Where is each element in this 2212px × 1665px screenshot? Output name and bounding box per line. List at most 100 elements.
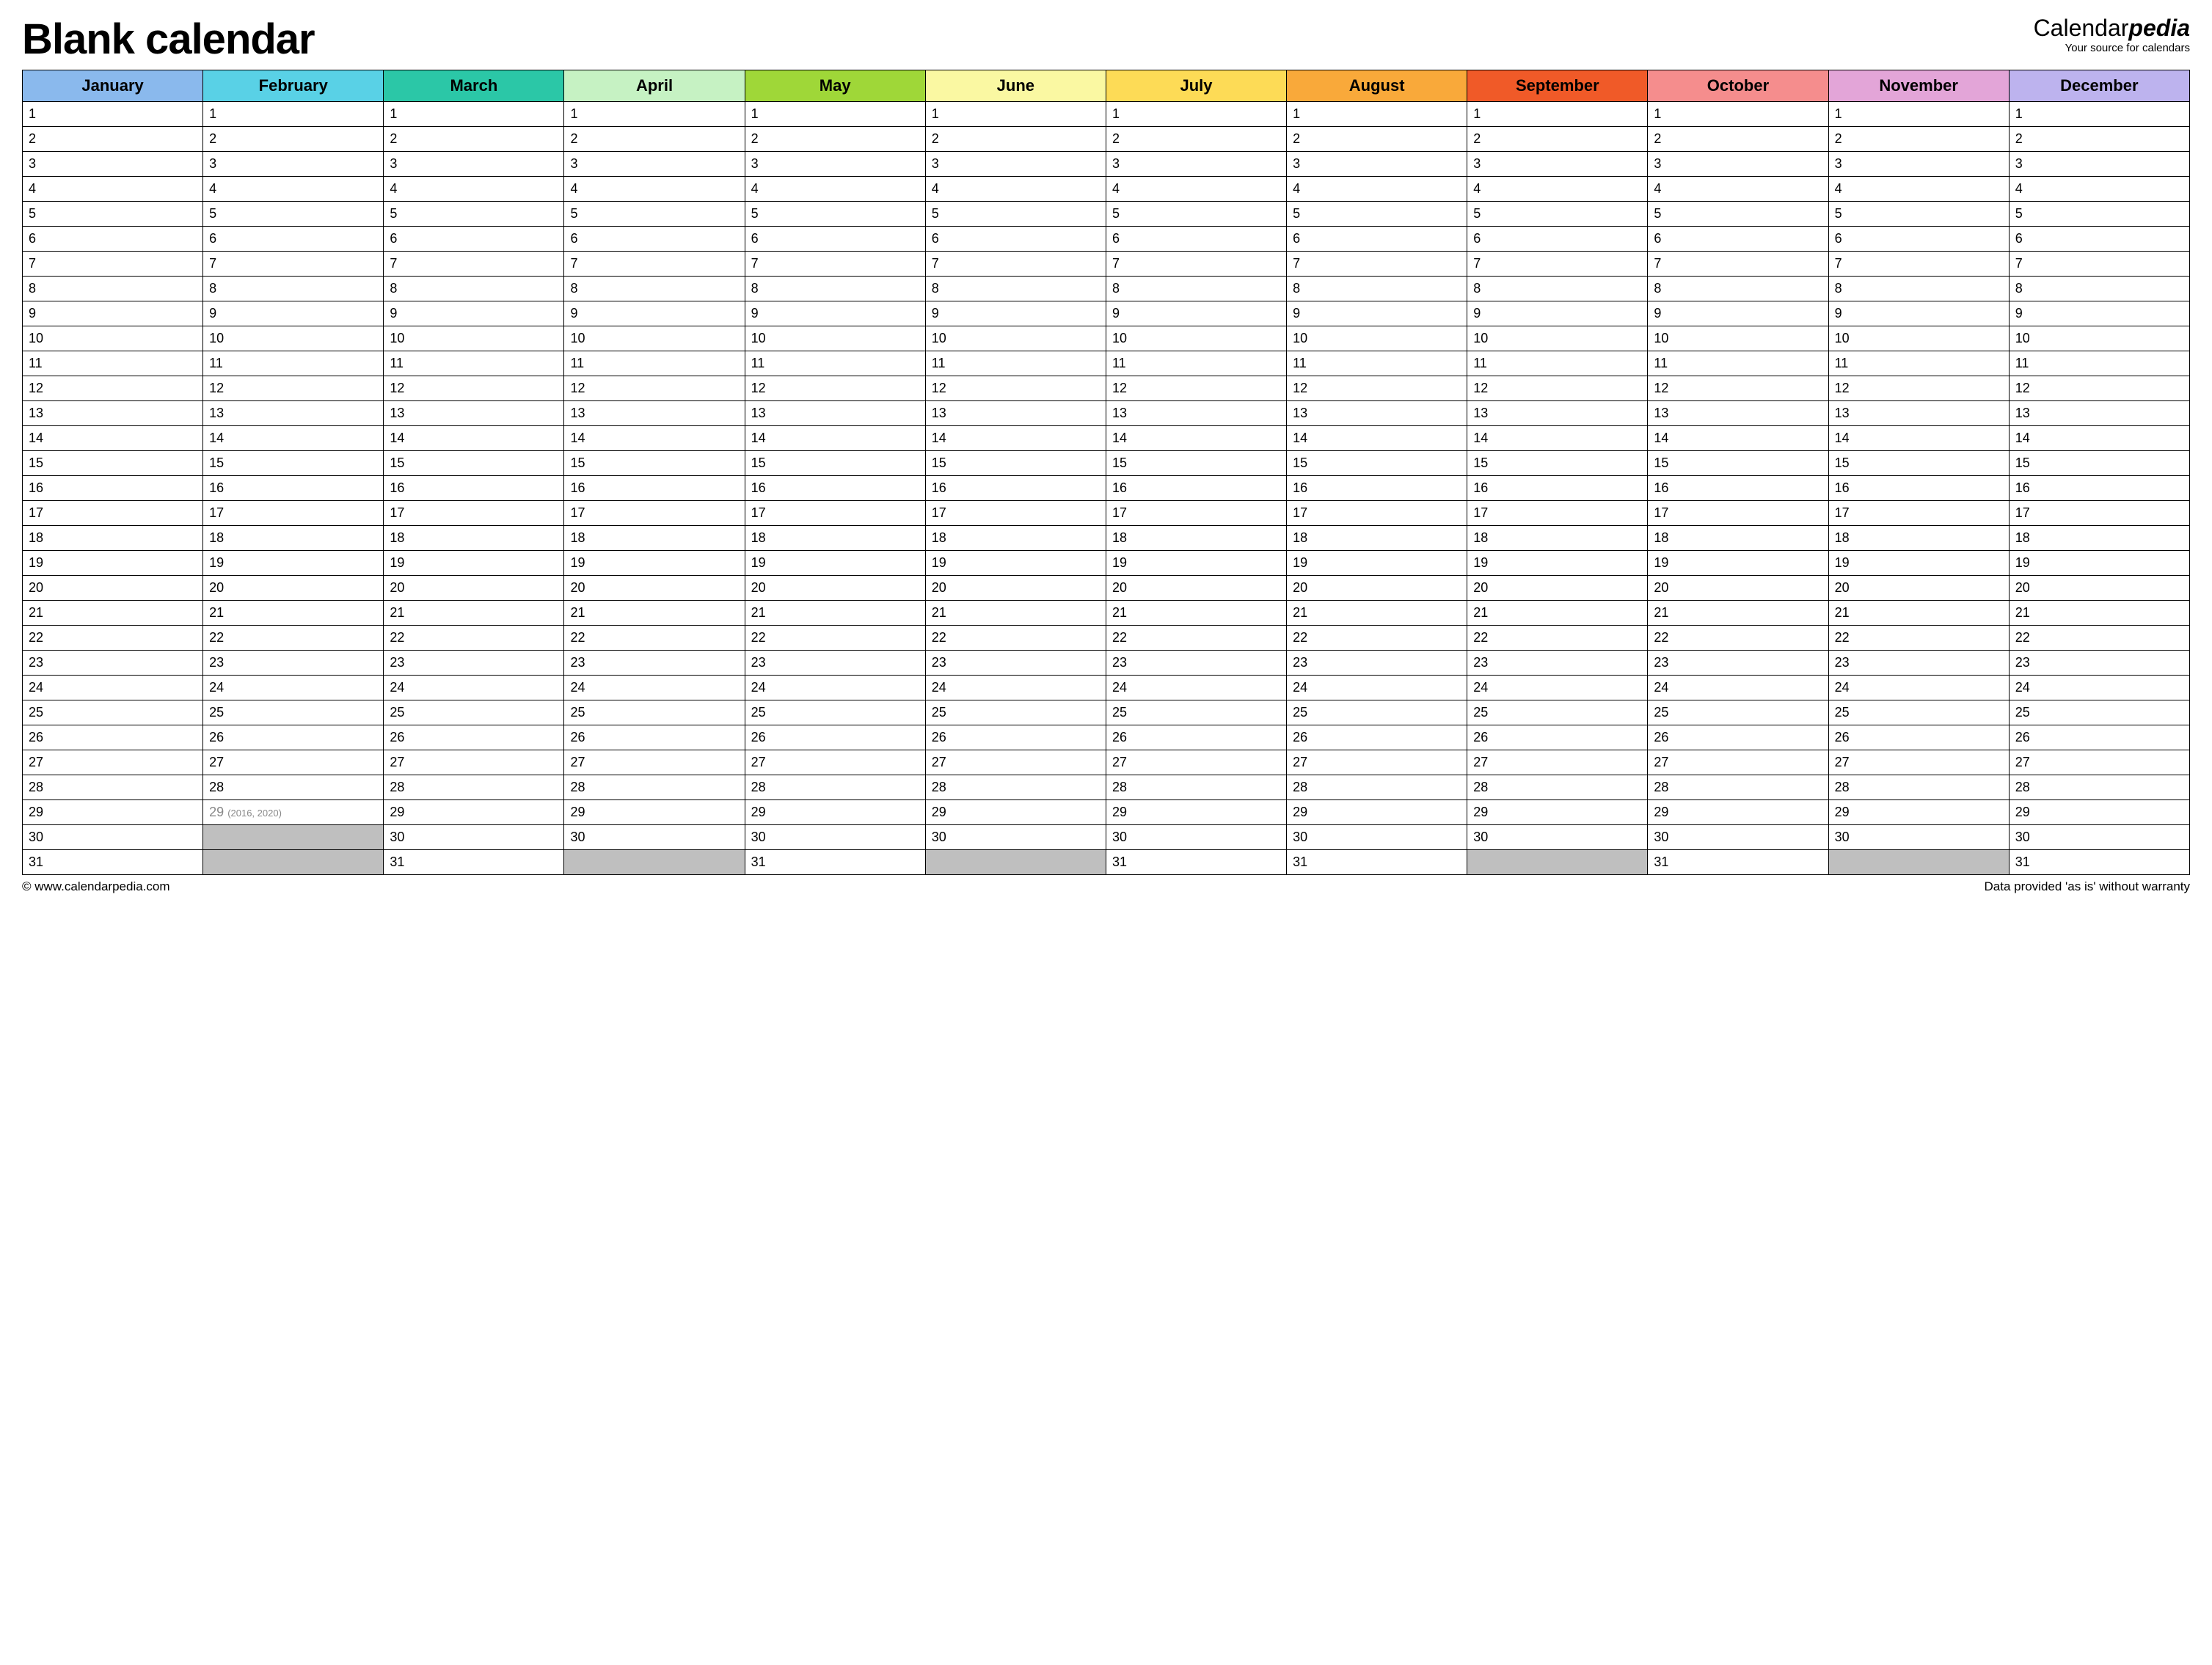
calendar-cell: 4 (23, 177, 203, 202)
calendar-cell: 11 (384, 351, 564, 376)
calendar-cell: 17 (203, 501, 384, 526)
calendar-cell: 31 (1287, 850, 1467, 875)
calendar-cell: 17 (23, 501, 203, 526)
calendar-cell: 23 (925, 651, 1106, 676)
calendar-cell: 6 (745, 227, 925, 252)
calendar-row: 212121212121212121212121 (23, 601, 2190, 626)
calendar-cell: 6 (2009, 227, 2189, 252)
calendar-cell: 16 (925, 476, 1106, 501)
calendar-cell: 30 (1106, 825, 1286, 850)
calendar-cell: 11 (203, 351, 384, 376)
calendar-cell: 18 (1648, 526, 1828, 551)
calendar-cell: 14 (23, 426, 203, 451)
month-header: October (1648, 70, 1828, 102)
calendar-cell: 9 (23, 301, 203, 326)
calendar-cell: 7 (2009, 252, 2189, 277)
calendar-cell: 17 (384, 501, 564, 526)
calendar-cell: 2 (925, 127, 1106, 152)
calendar-row: 31 31 31 3131 31 31 (23, 850, 2190, 875)
calendar-cell: 21 (1648, 601, 1828, 626)
calendar-cell: 13 (1467, 401, 1648, 426)
calendar-cell: 19 (1467, 551, 1648, 576)
month-header: August (1287, 70, 1467, 102)
calendar-cell: 20 (1287, 576, 1467, 601)
calendar-cell: 28 (203, 775, 384, 800)
calendar-cell: 19 (925, 551, 1106, 576)
brand-suffix: pedia (2128, 15, 2190, 41)
calendar-cell: 16 (1467, 476, 1648, 501)
calendar-cell: 1 (564, 102, 745, 127)
calendar-cell: 14 (1467, 426, 1648, 451)
calendar-cell: 20 (1467, 576, 1648, 601)
calendar-cell: 16 (1106, 476, 1286, 501)
calendar-cell: 17 (925, 501, 1106, 526)
calendar-cell (203, 825, 384, 850)
calendar-cell: 19 (384, 551, 564, 576)
calendar-cell: 2 (1648, 127, 1828, 152)
month-header: February (203, 70, 384, 102)
calendar-cell: 28 (1467, 775, 1648, 800)
calendar-cell: 6 (1828, 227, 2009, 252)
calendar-cell: 6 (1106, 227, 1286, 252)
calendar-cell: 6 (23, 227, 203, 252)
calendar-cell: 9 (564, 301, 745, 326)
calendar-cell: 28 (384, 775, 564, 800)
calendar-cell: 22 (1106, 626, 1286, 651)
calendar-cell: 18 (1287, 526, 1467, 551)
brand-main: Calendar (2034, 15, 2129, 41)
calendar-cell: 2 (23, 127, 203, 152)
month-header: June (925, 70, 1106, 102)
calendar-cell: 18 (745, 526, 925, 551)
calendar-cell: 3 (23, 152, 203, 177)
month-header: January (23, 70, 203, 102)
calendar-cell: 1 (23, 102, 203, 127)
calendar-cell: 26 (203, 725, 384, 750)
calendar-row: 888888888888 (23, 277, 2190, 301)
calendar-cell: 14 (384, 426, 564, 451)
calendar-cell: 24 (745, 676, 925, 700)
calendar-cell: 19 (2009, 551, 2189, 576)
calendar-cell: 18 (23, 526, 203, 551)
calendar-cell: 8 (1828, 277, 2009, 301)
calendar-header-row: JanuaryFebruaryMarchAprilMayJuneJulyAugu… (23, 70, 2190, 102)
calendar-cell: 25 (1287, 700, 1467, 725)
calendar-cell: 3 (203, 152, 384, 177)
calendar-cell: 8 (384, 277, 564, 301)
calendar-cell: 22 (384, 626, 564, 651)
calendar-cell: 9 (745, 301, 925, 326)
calendar-cell (925, 850, 1106, 875)
calendar-cell: 23 (745, 651, 925, 676)
calendar-cell: 12 (23, 376, 203, 401)
calendar-cell: 4 (2009, 177, 2189, 202)
calendar-cell: 1 (1467, 102, 1648, 127)
calendar-cell: 22 (925, 626, 1106, 651)
calendar-cell: 8 (1648, 277, 1828, 301)
calendar-cell: 24 (1467, 676, 1648, 700)
calendar-cell: 7 (745, 252, 925, 277)
calendar-cell: 26 (384, 725, 564, 750)
calendar-cell: 13 (925, 401, 1106, 426)
month-header: March (384, 70, 564, 102)
calendar-cell (564, 850, 745, 875)
calendar-cell: 21 (2009, 601, 2189, 626)
calendar-cell: 31 (1106, 850, 1286, 875)
calendar-cell: 7 (1287, 252, 1467, 277)
calendar-cell: 22 (745, 626, 925, 651)
brand-block: Calendarpedia Your source for calendars (2034, 15, 2190, 54)
calendar-cell: 2 (1467, 127, 1648, 152)
calendar-cell (1828, 850, 2009, 875)
calendar-row: 161616161616161616161616 (23, 476, 2190, 501)
month-header: May (745, 70, 925, 102)
calendar-cell: 26 (23, 725, 203, 750)
calendar-cell: 10 (1467, 326, 1648, 351)
calendar-cell: 28 (1648, 775, 1828, 800)
calendar-cell: 8 (1287, 277, 1467, 301)
calendar-cell: 25 (564, 700, 745, 725)
calendar-cell: 7 (1648, 252, 1828, 277)
calendar-cell: 5 (564, 202, 745, 227)
calendar-cell: 14 (1106, 426, 1286, 451)
calendar-cell: 24 (2009, 676, 2189, 700)
calendar-cell: 13 (1106, 401, 1286, 426)
calendar-cell: 4 (925, 177, 1106, 202)
calendar-cell: 30 (1287, 825, 1467, 850)
